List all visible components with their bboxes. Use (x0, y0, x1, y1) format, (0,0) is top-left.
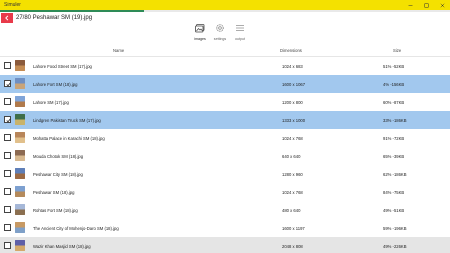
tab-settings[interactable]: settings (210, 22, 230, 44)
file-size: 91% -72KB (383, 135, 405, 141)
table-row[interactable]: Lahore Fort SM (18).jpg 1600 x 1067 4% -15… (0, 75, 450, 93)
column-header-size[interactable]: Size (393, 48, 401, 53)
file-dimensions: 1600 x 1197 (282, 225, 305, 231)
row-checkbox[interactable] (4, 206, 11, 213)
image-thumbnail (15, 78, 25, 89)
tab-label: output (235, 37, 245, 41)
file-size: 51% -52KB (383, 63, 405, 69)
row-checkbox[interactable] (4, 224, 11, 231)
file-name: Peshawar City SM (18).jpg (33, 171, 83, 177)
table-row[interactable]: Mohatta Palace in Karachi SM (18).jpg 102… (0, 129, 450, 147)
file-name: Rohtas Fort SM (18).jpg (33, 207, 78, 213)
file-size: 65% -39KB (383, 153, 405, 159)
row-checkbox[interactable] (4, 80, 11, 87)
image-thumbnail (15, 240, 25, 251)
table-row[interactable]: Rohtas Fort SM (18).jpg 480 x 640 49% -51K… (0, 201, 450, 219)
close-icon[interactable] (434, 0, 450, 10)
checkmark-icon (5, 82, 11, 86)
file-dimensions: 1024 x 683 (282, 63, 303, 69)
image-thumbnail (15, 96, 25, 107)
gear-icon (214, 22, 226, 34)
back-button[interactable] (1, 13, 13, 23)
table-row[interactable]: Mouda Chotok SM (18).jpg 640 x 640 65% -39… (0, 147, 450, 165)
file-dimensions: 1333 x 1000 (282, 117, 306, 123)
column-header-name[interactable]: Name (113, 48, 124, 53)
tab-output[interactable]: output (230, 22, 250, 44)
file-name: The Ancient City of Mohenjo-Daro SM (18)… (33, 225, 119, 231)
checkmark-icon (5, 118, 11, 122)
row-checkbox[interactable] (4, 242, 11, 249)
file-name: Mohatta Palace in Karachi SM (18).jpg (33, 135, 105, 141)
image-thumbnail (15, 114, 25, 125)
row-checkbox[interactable] (4, 116, 11, 123)
file-size: 4% -156KB (383, 81, 405, 87)
image-thumbnail (15, 150, 25, 161)
table-row[interactable]: Lahore SM (17).jpg 1200 x 800 60% -87KB (0, 93, 450, 111)
row-checkbox[interactable] (4, 188, 11, 195)
file-dimensions: 1600 x 1067 (282, 81, 306, 87)
image-thumbnail (15, 186, 25, 197)
tab-label: settings (213, 37, 227, 41)
file-name: Wazir Khan Masjid SM (18).jpg (33, 243, 91, 249)
file-dimensions: 640 x 640 (282, 153, 301, 159)
table-row[interactable]: Lahore Food Street SM (17).jpg 1024 x 683… (0, 57, 450, 75)
file-size: 33% -186KB (383, 117, 407, 123)
tab-images[interactable]: images (190, 22, 210, 44)
file-size: 49% -51KB (383, 207, 405, 213)
column-header-dimensions[interactable]: Dimensions (280, 48, 302, 53)
file-size: 84% -75KB (383, 189, 405, 195)
file-dimensions: 1200 x 800 (282, 99, 303, 105)
image-thumbnail (15, 222, 25, 233)
status-text: 27/80 Peshawar SM (19).jpg (16, 15, 93, 21)
row-checkbox[interactable] (4, 98, 11, 105)
row-checkbox[interactable] (4, 152, 11, 159)
maximize-icon[interactable] (418, 0, 434, 10)
tab-bar: images settings output (190, 22, 250, 44)
back-arrow-icon (5, 15, 9, 21)
file-list: Lahore Food Street SM (17).jpg 1024 x 683… (0, 57, 450, 253)
file-name: Mouda Chotok SM (18).jpg (33, 153, 84, 159)
table-row[interactable]: Lindgren Pakistan Truck SM (17).jpg 1333 … (0, 111, 450, 129)
minimize-icon[interactable] (402, 0, 418, 10)
tab-label: images (194, 37, 206, 41)
table-row[interactable]: Peshawar City SM (18).jpg 1280 x 960 62% -… (0, 165, 450, 183)
file-size: 60% -87KB (383, 99, 405, 105)
file-size: 49% -226KB (383, 243, 407, 249)
table-header: Name Dimensions Size (0, 45, 450, 57)
window-controls (402, 0, 450, 10)
file-size: 59% -196KB (383, 225, 407, 231)
file-name: Lahore SM (17).jpg (33, 99, 69, 105)
file-name: Lahore Food Street SM (17).jpg (33, 63, 92, 69)
file-dimensions: 1024 x 768 (282, 135, 303, 141)
file-name: Peshawar SM (18).jpg (33, 189, 75, 195)
table-row[interactable]: Peshawar SM (18).jpg 1024 x 768 84% -75KB (0, 183, 450, 201)
file-name: Lahore Fort SM (18).jpg (33, 81, 78, 87)
file-dimensions: 1280 x 960 (282, 171, 303, 177)
row-checkbox[interactable] (4, 134, 11, 141)
images-icon (194, 22, 206, 34)
table-row[interactable]: Wazir Khan Masjid SM (18).jpg 2048 x 808 4… (0, 237, 450, 253)
row-checkbox[interactable] (4, 62, 11, 69)
row-checkbox[interactable] (4, 170, 11, 177)
image-thumbnail (15, 60, 25, 71)
image-thumbnail (15, 132, 25, 143)
output-icon (234, 22, 246, 34)
file-dimensions: 480 x 640 (282, 207, 301, 213)
table-row[interactable]: The Ancient City of Mohenjo-Daro SM (18)… (0, 219, 450, 237)
image-thumbnail (15, 168, 25, 179)
file-dimensions: 2048 x 808 (282, 243, 303, 249)
file-dimensions: 1024 x 768 (282, 189, 303, 195)
window-title: Simuler (4, 2, 21, 8)
title-bar: Simuler (0, 0, 450, 10)
file-name: Lindgren Pakistan Truck SM (17).jpg (33, 117, 101, 123)
file-size: 62% -186KB (383, 171, 407, 177)
image-thumbnail (15, 204, 25, 215)
